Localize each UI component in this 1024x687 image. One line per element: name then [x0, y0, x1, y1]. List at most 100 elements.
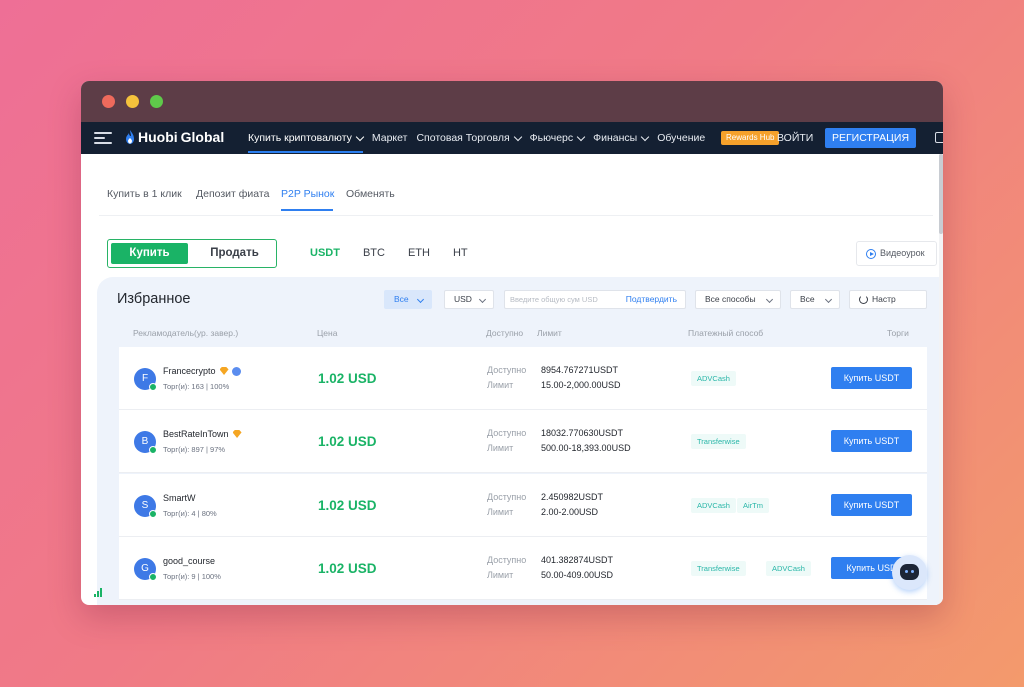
avatar[interactable]: S — [134, 495, 157, 518]
coin-tab-btc[interactable]: BTC — [363, 247, 385, 259]
settings-label: Настр — [872, 294, 896, 304]
avatar-initial: S — [141, 500, 149, 511]
table-row: Ggood_course Торг(и): 9 | 100% 1.02 USD Дос… — [119, 537, 927, 600]
online-status-dot — [149, 510, 157, 518]
chevron-down-icon — [478, 295, 487, 304]
coin-selector: USDT BTC ETH HT — [310, 247, 491, 259]
row-divider — [119, 599, 927, 600]
advertiser-name-wrap: good_course — [163, 556, 215, 566]
coin-tab-usdt[interactable]: USDT — [310, 247, 340, 259]
avatar[interactable]: F — [134, 368, 157, 391]
download-icon[interactable] — [935, 132, 943, 143]
subtab-exchange[interactable]: Обменять — [346, 188, 395, 200]
limit-value: 15.00-2,000.00USD — [541, 380, 621, 390]
coin-tab-eth[interactable]: ETH — [408, 247, 430, 259]
window-minimize-button[interactable] — [126, 95, 139, 108]
nav-item-3[interactable]: Фьючерс — [530, 122, 586, 154]
favorites-filter-select[interactable]: Все — [384, 290, 432, 309]
hamburger-menu-icon[interactable] — [94, 132, 114, 145]
limit-label: Лимит — [487, 507, 514, 517]
chevron-down-icon — [640, 132, 650, 141]
online-status-dot — [149, 446, 157, 454]
support-chat-button[interactable] — [892, 555, 927, 590]
nav-item-5[interactable]: Обучение — [657, 122, 705, 154]
window-titlebar — [81, 81, 943, 122]
video-tutorial-button[interactable]: Видеоурок — [856, 241, 937, 266]
payment-method-tag: ADVCash — [691, 498, 736, 513]
limit-value: 2.00-2.00USD — [541, 507, 599, 517]
refresh-icon — [859, 295, 868, 304]
buy-usdt-button[interactable]: Купить USDT — [831, 367, 912, 389]
nav-item-2[interactable]: Спотовая Торговля — [416, 122, 522, 154]
chevron-down-icon — [513, 132, 522, 141]
buy-usdt-button[interactable]: Купить USDT — [831, 430, 912, 452]
available-label: Доступно — [487, 555, 527, 565]
header-price: Цена — [317, 328, 338, 338]
settings-refresh-button[interactable]: Настр — [849, 290, 927, 309]
region-value: Все — [800, 294, 815, 304]
buy-toggle-button[interactable]: Купить — [111, 243, 188, 264]
avatar[interactable]: B — [134, 431, 157, 454]
available-label: Доступно — [487, 428, 527, 438]
subtab-fiat-deposit[interactable]: Депозит фиата — [196, 188, 269, 200]
payment-method-tag: ADVCash — [691, 371, 736, 386]
nav-item-label: Маркет — [371, 132, 408, 144]
register-button[interactable]: РЕГИСТРАЦИЯ — [825, 128, 916, 148]
coin-tab-ht[interactable]: HT — [453, 247, 468, 259]
avatar-initial: F — [141, 373, 149, 384]
login-link[interactable]: ВОЙТИ — [777, 122, 813, 154]
advertiser-name[interactable]: good_course — [163, 556, 215, 566]
favorites-title: Избранное — [117, 291, 191, 307]
merchant-diamond-icon — [219, 367, 229, 375]
chevron-down-icon — [824, 295, 833, 304]
table-row: B BestRateInTown Торг(и): 897 | 97% 1.02 US… — [119, 410, 927, 473]
subtab-one-click[interactable]: Купить в 1 клик — [107, 188, 182, 200]
advertiser-name[interactable]: SmartW — [163, 493, 196, 503]
advertiser-trades: Торг(и): 4 | 80% — [163, 509, 217, 518]
subtab-p2p-market[interactable]: P2P Рынок — [281, 188, 334, 200]
amount-confirm-button[interactable]: Подтвердить — [626, 291, 677, 308]
scrollbar-thumb[interactable] — [939, 154, 943, 234]
nav-item-4[interactable]: Финансы — [593, 122, 650, 154]
currency-value: USD — [454, 294, 472, 304]
available-label: Доступно — [487, 365, 527, 375]
available-value: 401.382874USDT — [541, 555, 614, 565]
robot-icon — [900, 564, 919, 580]
region-select[interactable]: Все — [790, 290, 840, 309]
currency-select[interactable]: USD — [444, 290, 494, 309]
verified-badge-icon — [231, 366, 241, 376]
amount-input[interactable]: Введите общую сум USD Подтвердить — [504, 290, 686, 309]
flame-icon — [126, 130, 134, 144]
huobi-logo[interactable]: Huobi Global — [125, 129, 224, 145]
payment-method-tag: Transferwise — [691, 561, 746, 576]
advertiser-name[interactable]: BestRateInTown — [163, 429, 229, 439]
page-scrollbar[interactable] — [939, 154, 943, 605]
sell-toggle-button[interactable]: Продать — [196, 243, 273, 264]
available-label: Доступно — [487, 492, 527, 502]
avatar-initial: G — [141, 563, 149, 574]
browser-window: Huobi Global Купить криптовалюту Маркет Сп… — [81, 81, 943, 605]
table-row: F Francecrypto Торг(и): 163 | 100% 1.02 USD… — [119, 347, 927, 410]
offer-price: 1.02 USD — [318, 498, 377, 513]
online-status-dot — [149, 573, 157, 581]
nav-item-0[interactable]: Купить криптовалюту — [248, 122, 365, 154]
buy-usdt-button[interactable]: Купить USDT — [831, 494, 912, 516]
limit-label: Лимит — [487, 443, 514, 453]
payment-methods-select[interactable]: Все способы — [695, 290, 781, 309]
available-value: 8954.767271USDT — [541, 365, 619, 375]
advertiser-name-wrap: SmartW — [163, 493, 196, 503]
advertiser-trades: Торг(и): 163 | 100% — [163, 382, 230, 391]
subtab-active-indicator — [281, 209, 333, 211]
nav-item-1[interactable]: Маркет — [372, 122, 408, 154]
advertiser-name[interactable]: Francecrypto — [163, 366, 216, 376]
subtabs-divider — [99, 215, 933, 216]
offer-price: 1.02 USD — [318, 371, 377, 386]
avatar[interactable]: G — [134, 558, 157, 581]
header-available: Доступно — [486, 328, 524, 338]
limit-value: 500.00-18,393.00USD — [541, 443, 631, 453]
limit-label: Лимит — [487, 380, 514, 390]
window-maximize-button[interactable] — [150, 95, 163, 108]
buy-sell-toggle: Купить Продать — [107, 239, 277, 268]
window-close-button[interactable] — [102, 95, 115, 108]
rewards-hub-badge[interactable]: Rewards Hub — [721, 131, 780, 145]
